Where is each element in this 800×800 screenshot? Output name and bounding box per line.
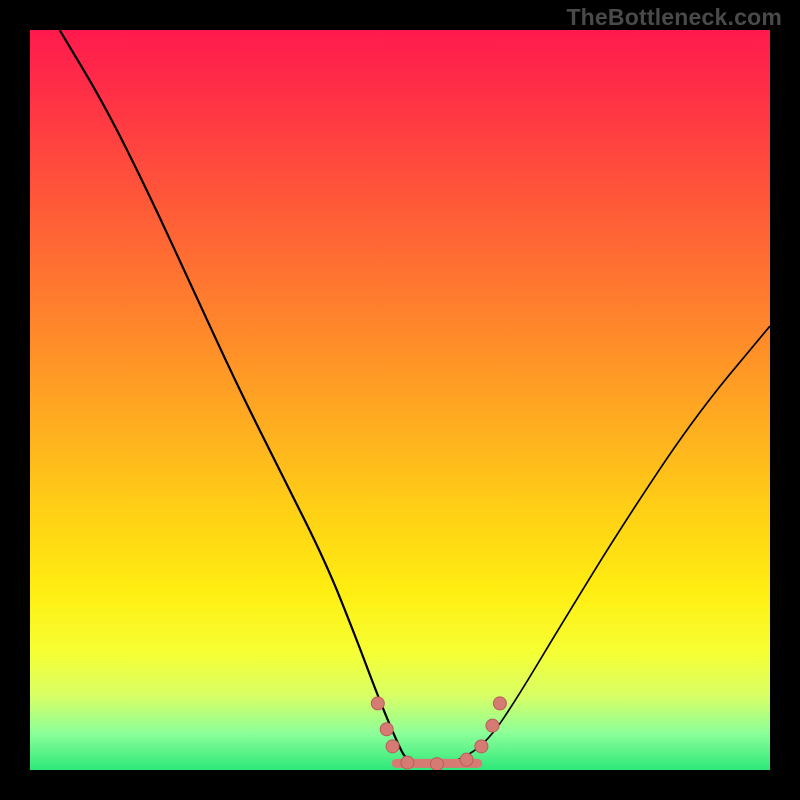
marker-dot bbox=[493, 697, 506, 710]
marker-dot bbox=[460, 753, 473, 766]
marker-dot bbox=[401, 756, 414, 769]
marker-dot bbox=[475, 740, 488, 753]
curve-left bbox=[60, 30, 460, 765]
chart-frame: TheBottleneck.com bbox=[0, 0, 800, 800]
plot-area bbox=[30, 30, 770, 770]
marker-dot bbox=[486, 719, 499, 732]
watermark-text: TheBottleneck.com bbox=[566, 4, 782, 31]
markers-group bbox=[371, 697, 506, 770]
marker-dot bbox=[431, 758, 444, 770]
marker-dot bbox=[371, 697, 384, 710]
curve-right bbox=[407, 326, 770, 765]
marker-dot bbox=[380, 723, 393, 736]
curve-svg bbox=[30, 30, 770, 770]
marker-dot bbox=[386, 740, 399, 753]
